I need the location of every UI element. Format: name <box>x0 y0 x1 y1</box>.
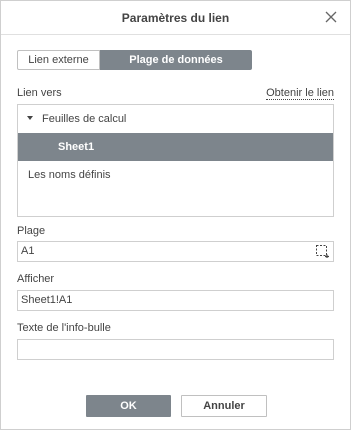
tree-item-label: Les noms définis <box>28 169 111 181</box>
display-value: Sheet1!A1 <box>21 294 73 306</box>
link-type-tabs: Lien externe Plage de données internes <box>17 50 252 84</box>
range-label: Plage <box>17 225 46 237</box>
tooltip-label: Texte de l'info-bulle <box>17 322 111 334</box>
display-label: Afficher <box>17 273 55 285</box>
tab-external-link[interactable]: Lien externe <box>17 50 100 70</box>
range-input[interactable]: A1 <box>17 241 334 262</box>
display-input[interactable]: Sheet1!A1 <box>17 290 334 311</box>
tree-item-sheets-group[interactable]: Feuilles de calcul <box>18 105 333 133</box>
link-target-tree: Feuilles de calcul Sheet1 Les noms défin… <box>17 104 334 217</box>
caret-down-icon[interactable] <box>27 116 33 120</box>
range-value: A1 <box>21 245 35 257</box>
select-range-icon[interactable] <box>316 245 329 258</box>
link-to-label: Lien vers <box>17 87 62 99</box>
tree-item-label: Feuilles de calcul <box>42 113 127 125</box>
cancel-button[interactable]: Annuler <box>181 395 267 417</box>
get-link-button[interactable]: Obtenir le lien <box>266 87 334 100</box>
tree-item-defined-names[interactable]: Les noms définis <box>18 161 333 189</box>
tree-item-label: Sheet1 <box>58 141 95 153</box>
dialog-title: Paramètres du lien <box>121 10 230 25</box>
dialog-header: Paramètres du lien <box>1 1 350 35</box>
tooltip-input[interactable] <box>17 339 334 360</box>
tab-internal-range[interactable]: Plage de données internes <box>100 50 252 84</box>
close-icon[interactable] <box>324 10 338 24</box>
tree-item-sheet1[interactable]: Sheet1 <box>18 133 333 161</box>
ok-button[interactable]: OK <box>86 395 171 417</box>
link-settings-dialog: Paramètres du lien Lien externe Plage de… <box>0 0 351 430</box>
